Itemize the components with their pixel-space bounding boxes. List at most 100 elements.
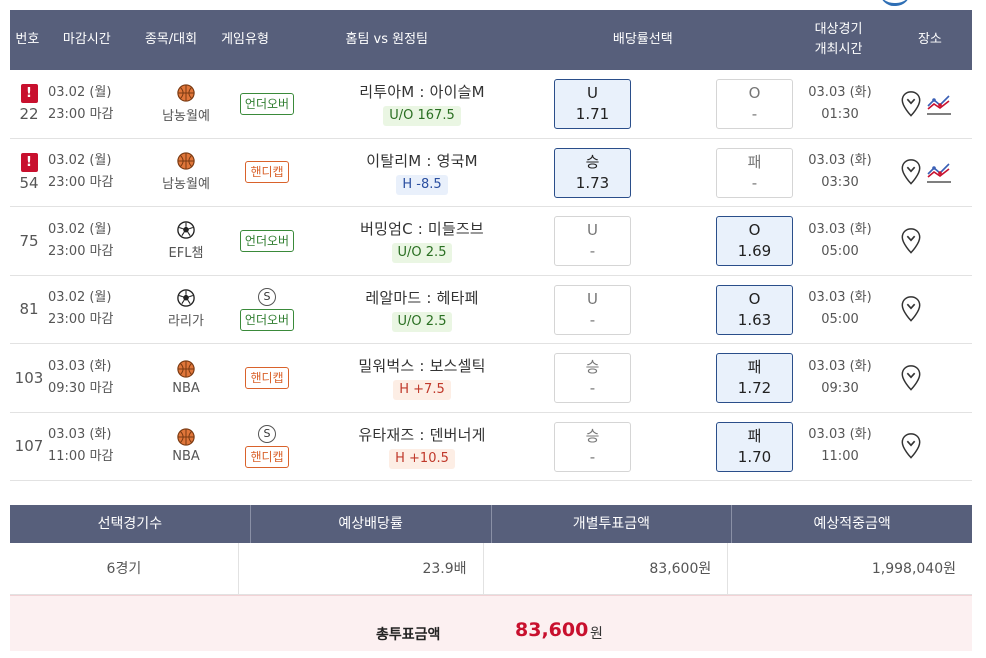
odds-option-left[interactable]: U- [554,284,631,335]
odds-option-label: 승 [585,152,600,171]
odds-option-value: 1.69 [737,242,772,260]
deadline-time: 23:00 마감 [48,106,114,122]
table-row: 103 03.03 (화) 09:30 마감 NBA 핸디캡 밀워벅스 : 보스셀틱 H +… [10,344,972,413]
row-number: 54 [19,173,39,192]
top-accent-decoration [880,0,910,6]
deadline-time: 23:00 마감 [48,312,114,328]
odds-option-label: U [587,84,598,102]
place-cell [900,295,922,323]
summary-count: 6경기 [10,543,239,594]
location-pin-icon[interactable] [900,432,922,460]
schedule-cell: 03.03 (화) 09:30 [800,356,880,400]
summary-payout: 1,998,040원 [871,561,956,577]
total-label: 총투표금액 [376,627,441,643]
sport-cell: 남농월예 [140,152,232,192]
odds-option-right[interactable]: 패- [716,147,793,198]
row-number: 75 [19,231,39,250]
game-type-cell: S 핸디캡 [232,424,302,468]
location-pin-icon[interactable] [900,158,922,186]
odds-option-label: 승 [585,426,600,445]
odds-option-value: - [751,105,758,123]
line-badge: U/O 167.5 [383,106,461,127]
place-cell [900,158,952,186]
line-badge: U/O 2.5 [391,311,453,332]
deadline-date: 03.03 (화) [48,427,112,443]
total-unit: 원 [590,626,603,642]
header-odds: 배당률선택 [612,32,673,47]
deadline-date: 03.03 (화) [48,358,112,374]
match-cell: 레알마드 : 헤타페 U/O 2.5 [302,287,542,332]
odds-option-right[interactable]: O 1.63 [716,284,793,335]
schedule-date: 03.03 (화) [808,358,872,374]
sport-cell: 라리가 [140,289,232,329]
odds-option-label: U [587,221,598,239]
header-match: 홈팀 vs 원정팀 [345,32,429,47]
header-deadline: 마감시간 [62,32,111,47]
sport-cell: EFL챔 [140,220,232,261]
location-pin-icon[interactable] [900,364,922,392]
table-row: ! 54 03.02 (월) 23:00 마감 남농월예 핸디캡 이탈리M : 영국M H -… [10,139,972,207]
odds-option-label: O [748,221,761,239]
place-cell [900,227,922,255]
odds-option-right[interactable]: O 1.69 [716,216,793,266]
trend-chart-icon[interactable] [926,160,952,184]
schedule-date: 03.03 (화) [808,153,872,169]
sport-cell: 남농월예 [140,84,232,124]
odds-option-left[interactable]: U 1.71 [554,79,631,129]
game-type-badge: 핸디캡 [245,366,289,389]
row-number: 107 [14,437,44,456]
odds-option-left[interactable]: U- [554,216,631,266]
odds-option-value: 1.73 [575,173,610,192]
league-name: NBA [172,449,200,465]
schedule-time: 05:00 [821,243,859,259]
odds-option-label: 패 [747,152,762,171]
place-cell [900,364,922,392]
deadline-cell: 03.03 (화) 09:30 마감 [48,356,140,400]
match-cell: 밀워벅스 : 보스셀틱 H +7.5 [302,355,542,401]
table-row: ! 22 03.02 (월) 23:00 마감 남농월예 언더오버 리투아M : 아이슬M U… [10,70,972,139]
schedule-cell: 03.03 (화) 11:00 [800,424,880,468]
odds-option-value: - [751,173,758,192]
deadline-date: 03.02 (월) [48,221,112,237]
game-type-cell: 언더오버 [232,92,302,115]
odds-option-right[interactable]: O- [716,79,793,129]
table-row: 81 03.02 (월) 23:00 마감 라리가 S 언더오버 레알마드 : 헤타페 U/O… [10,276,972,344]
match-cell: 버밍엄C : 미들즈브 U/O 2.5 [302,218,542,264]
match-cell: 리투아M : 아이슬M U/O 167.5 [302,81,542,127]
match-name: 리투아M : 아이슬M [359,83,485,102]
bet-summary: 선택경기수 예상배당률 개별투표금액 예상적중금액 6경기 23.9배 83,6… [10,505,972,651]
odds-option-left[interactable]: 승- [554,421,631,472]
trend-chart-icon[interactable] [926,92,952,116]
basketball-icon [177,84,195,102]
row-number-cell: 103 [10,369,48,387]
header-sport: 종목/대회 [144,32,198,47]
summary-values: 6경기 23.9배 83,600원 1,998,040원 [10,543,972,595]
summary-odds: 23.9배 [239,543,484,594]
odds-option-right[interactable]: 패 1.72 [716,353,793,403]
game-type-badge: 언더오버 [239,92,295,115]
summary-header-odds: 예상배당률 [251,505,492,543]
header-schedule: 대상경기 개최시간 [789,20,888,60]
location-pin-icon[interactable] [900,90,922,118]
match-name: 밀워벅스 : 보스셀틱 [358,357,486,376]
match-cell: 유타재즈 : 덴버너게 H +10.5 [302,424,542,469]
basketball-icon [177,428,195,446]
line-badge: U/O 2.5 [391,243,453,264]
deadline-cell: 03.02 (월) 23:00 마감 [48,150,140,194]
row-number: 81 [19,300,39,319]
location-pin-icon[interactable] [900,295,922,323]
location-pin-icon[interactable] [900,227,922,255]
game-type-cell: 핸디캡 [232,161,302,184]
game-type-cell: 핸디캡 [232,366,302,389]
table-row: 75 03.02 (월) 23:00 마감 EFL챔 언더오버 버밍엄C : 미들즈브 U/… [10,207,972,276]
schedule-cell: 03.03 (화) 01:30 [800,82,880,126]
odds-option-right[interactable]: 패 1.70 [716,421,793,472]
schedule-date: 03.03 (화) [808,221,872,237]
deadline-cell: 03.02 (월) 23:00 마감 [48,82,140,126]
odds-option-label: O [748,84,761,102]
odds-option-left[interactable]: 승 1.73 [554,147,631,198]
odds-option-left[interactable]: 승- [554,353,631,403]
odds-option-value: - [589,379,596,397]
game-type-badge: 언더오버 [239,229,295,252]
league-name: EFL챔 [168,245,204,261]
